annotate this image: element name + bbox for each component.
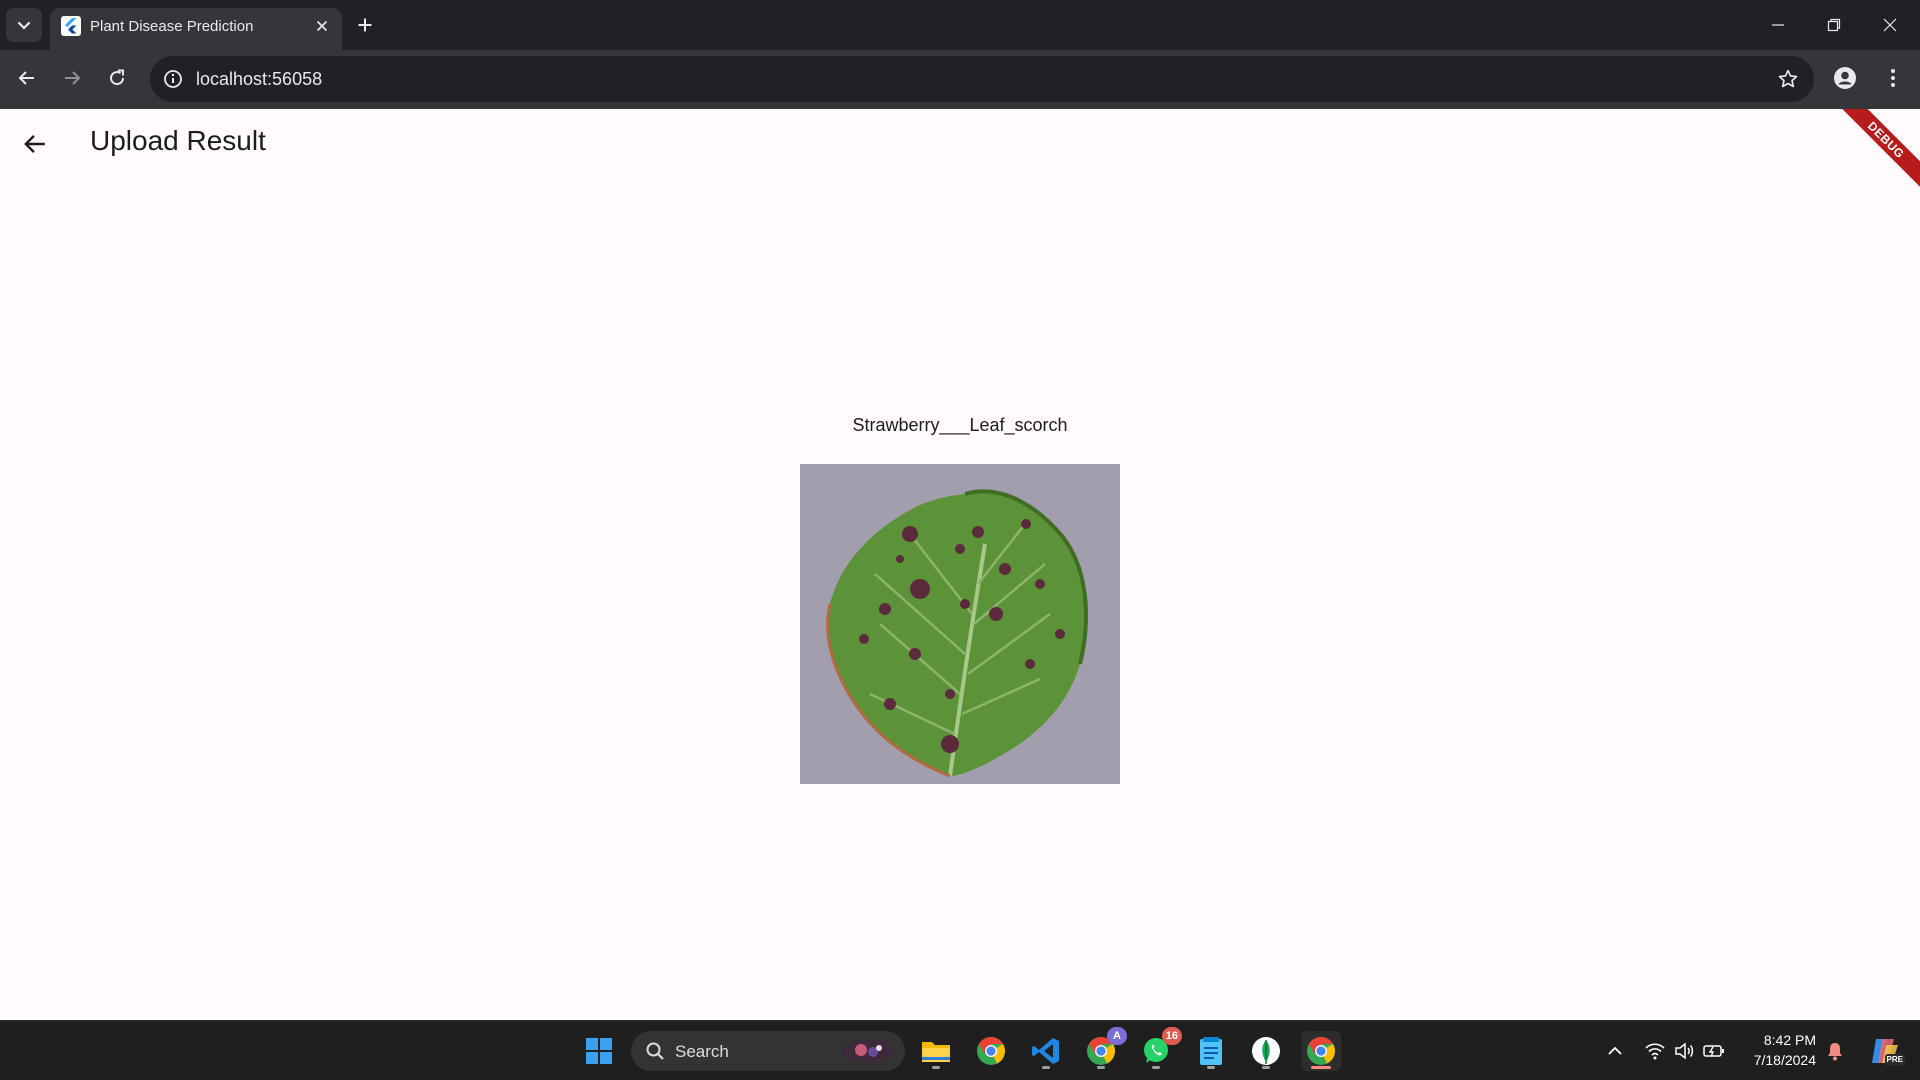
preview-badge: PRE xyxy=(1884,1054,1905,1066)
running-indicator xyxy=(1207,1066,1215,1069)
taskbar-whatsapp[interactable]: 16 xyxy=(1136,1027,1182,1071)
vscode-icon xyxy=(1032,1038,1059,1064)
back-button[interactable] xyxy=(10,61,44,95)
new-tab-button[interactable] xyxy=(350,10,380,40)
running-indicator xyxy=(1042,1066,1050,1069)
running-indicator xyxy=(1097,1066,1105,1069)
copilot-button[interactable]: PRE xyxy=(1867,1034,1905,1068)
address-bar[interactable]: localhost:56058 xyxy=(150,56,1814,102)
kebab-menu-icon xyxy=(1891,69,1895,87)
mongodb-leaf-icon xyxy=(1252,1037,1280,1065)
uploaded-leaf-image xyxy=(800,464,1120,784)
person-icon xyxy=(1834,67,1856,89)
taskbar-chrome-canary[interactable] xyxy=(971,1031,1011,1071)
running-indicator xyxy=(1152,1066,1160,1069)
taskbar-vscode[interactable] xyxy=(1026,1031,1066,1071)
star-icon[interactable] xyxy=(1776,67,1800,91)
flutter-logo-icon xyxy=(61,16,81,36)
running-indicator xyxy=(1262,1066,1270,1069)
search-label: Search xyxy=(675,1042,729,1061)
chrome-icon xyxy=(1307,1037,1335,1065)
speaker-icon[interactable] xyxy=(1672,1039,1696,1063)
browser-toolbar: localhost:56058 xyxy=(0,50,1920,109)
app-back-button[interactable] xyxy=(14,123,56,165)
close-icon xyxy=(316,20,328,32)
reload-button[interactable] xyxy=(100,61,134,95)
battery-icon[interactable] xyxy=(1702,1039,1726,1063)
notepad-icon xyxy=(1200,1037,1222,1065)
active-indicator xyxy=(1311,1066,1331,1069)
app-viewport: Upload Result DEBUG Strawberry___Leaf_sc… xyxy=(0,109,1920,1020)
taskbar-search[interactable]: Search xyxy=(631,1031,905,1071)
tab-title: Plant Disease Prediction xyxy=(90,18,254,35)
minimize-icon xyxy=(1772,24,1784,26)
forward-button[interactable] xyxy=(55,61,89,95)
running-indicator xyxy=(932,1066,940,1069)
folder-icon xyxy=(922,1042,950,1062)
clock-date: 7/18/2024 xyxy=(1753,1052,1816,1068)
taskbar-mongodb[interactable] xyxy=(1246,1031,1286,1071)
debug-banner: DEBUG xyxy=(1823,109,1920,203)
windows-logo-icon xyxy=(586,1038,612,1064)
page-title: Upload Result xyxy=(90,125,266,156)
taskbar-chrome-profile[interactable]: A xyxy=(1081,1027,1127,1071)
reload-icon xyxy=(110,69,125,86)
close-window-button[interactable] xyxy=(1862,0,1918,50)
notification-badge: 16 xyxy=(1161,1027,1182,1045)
arrow-left-icon xyxy=(18,71,34,85)
wifi-icon[interactable] xyxy=(1643,1039,1667,1063)
taskbar-file-explorer[interactable] xyxy=(916,1031,956,1071)
taskbar-clock[interactable]: 8:42 PM 7/18/2024 xyxy=(1740,1030,1816,1070)
taskbar-notepad[interactable] xyxy=(1191,1031,1231,1071)
clock-time: 8:42 PM xyxy=(1763,1032,1816,1048)
windows-start-button[interactable] xyxy=(579,1031,619,1071)
search-icon xyxy=(646,1042,664,1060)
browser-tab-strip: Plant Disease Prediction xyxy=(0,0,1920,50)
url-text: localhost:56058 xyxy=(196,69,323,89)
prediction-label: Strawberry___Leaf_scorch xyxy=(852,415,1068,435)
search-highlight-icon xyxy=(841,1039,893,1063)
restore-button[interactable] xyxy=(1806,0,1862,50)
arrow-right-icon xyxy=(65,71,81,85)
chrome-menu-button[interactable] xyxy=(1876,61,1910,95)
profile-button[interactable] xyxy=(1828,61,1862,95)
notification-bell-icon[interactable] xyxy=(1823,1039,1847,1063)
plus-icon xyxy=(358,18,372,32)
minimize-button[interactable] xyxy=(1750,0,1806,50)
chevron-down-icon xyxy=(17,21,31,30)
browser-tab[interactable]: Plant Disease Prediction xyxy=(50,8,342,50)
arrow-left-icon xyxy=(24,135,45,153)
windows-taskbar: Search A 16 8:42 PM 7/18/2024 PRE xyxy=(0,1020,1920,1080)
profile-badge: A xyxy=(1107,1027,1127,1045)
taskbar-chrome-active[interactable] xyxy=(1301,1031,1341,1071)
chrome-icon xyxy=(977,1037,1005,1065)
restore-icon xyxy=(1827,18,1841,32)
tab-close-button[interactable] xyxy=(310,14,334,38)
tray-overflow-button[interactable] xyxy=(1603,1039,1627,1063)
chevron-up-icon xyxy=(1608,1046,1622,1055)
tab-search-button[interactable] xyxy=(6,8,42,42)
close-icon xyxy=(1883,18,1897,32)
info-icon[interactable] xyxy=(160,66,186,92)
